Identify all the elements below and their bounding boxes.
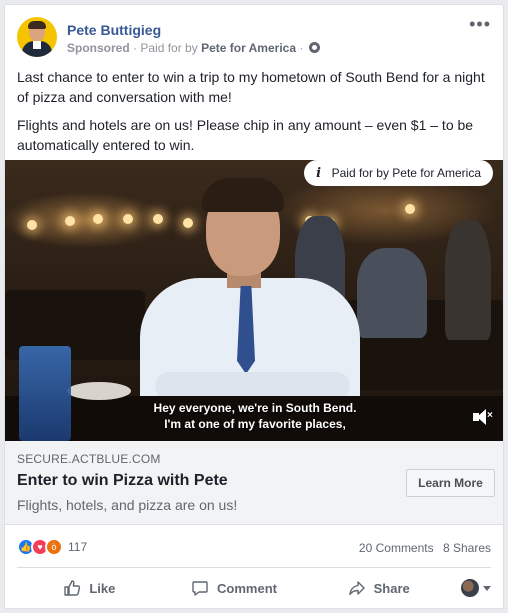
author-name[interactable]: Pete Buttigieg <box>67 22 161 38</box>
post-header: Pete Buttigieg Sponsored · Paid for by P… <box>17 15 491 59</box>
chevron-down-icon <box>483 585 492 591</box>
link-domain: SECURE.ACTBLUE.COM <box>17 452 161 466</box>
divider <box>17 567 491 568</box>
more-options-icon[interactable]: ••• <box>469 15 491 33</box>
share-label: Share <box>373 580 410 596</box>
reaction-count: 117 <box>68 540 88 554</box>
mute-icon[interactable]: × <box>473 409 495 425</box>
comments-count[interactable]: 20 Comments <box>359 541 434 555</box>
comment-icon <box>192 581 208 596</box>
user-avatar <box>461 579 480 597</box>
link-title[interactable]: Enter to win Pizza with Pete <box>17 472 228 490</box>
video-subtitles: Hey everyone, we're in South Bend. I'm a… <box>5 400 503 432</box>
shares-count[interactable]: 8 Shares <box>443 541 491 555</box>
comment-button[interactable]: Comment <box>162 571 307 605</box>
link-preview[interactable]: SECURE.ACTBLUE.COM Enter to win Pizza wi… <box>5 441 503 525</box>
subtitle-line: Hey everyone, we're in South Bend. <box>153 401 357 415</box>
learn-more-button[interactable]: Learn More <box>406 469 495 497</box>
share-icon <box>348 581 365 596</box>
paid-prefix: Paid for by <box>140 41 198 55</box>
paid-badge-text: Paid for by Pete for America <box>331 166 481 180</box>
angry-reaction-icon: ò <box>45 538 63 556</box>
like-label: Like <box>89 580 116 596</box>
reaction-identity-picker[interactable] <box>451 571 492 605</box>
paid-by-link[interactable]: Pete for America <box>201 41 296 55</box>
post-body: Last chance to enter to win a trip to my… <box>17 67 491 163</box>
post-paragraph: Last chance to enter to win a trip to my… <box>17 69 485 105</box>
action-bar: Like Comment Share <box>17 571 492 605</box>
like-button[interactable]: Like <box>17 571 162 605</box>
video-player[interactable]: i Paid for by Pete for America Hey every… <box>5 160 503 441</box>
ad-post-card: Pete Buttigieg Sponsored · Paid for by P… <box>4 4 504 609</box>
post-meta: Sponsored · Paid for by Pete for America… <box>67 41 320 55</box>
globe-icon <box>308 42 320 53</box>
info-icon: i <box>316 165 322 181</box>
paid-for-badge[interactable]: i Paid for by Pete for America <box>303 160 493 186</box>
engagement-stats: 👍 ♥ ò 117 20 Comments 8 Shares <box>17 535 491 559</box>
reactions-summary[interactable]: 👍 ♥ ò 117 <box>17 538 87 556</box>
subtitle-line: I'm at one of my favorite places, <box>164 417 346 431</box>
thumbs-up-icon <box>64 580 81 596</box>
comment-label: Comment <box>217 580 277 596</box>
sponsored-label[interactable]: Sponsored <box>67 41 130 55</box>
author-avatar[interactable] <box>17 17 57 57</box>
link-description: Flights, hotels, and pizza are on us! <box>17 497 238 513</box>
post-paragraph: Flights and hotels are on us! Please chi… <box>17 117 474 153</box>
share-button[interactable]: Share <box>306 571 451 605</box>
